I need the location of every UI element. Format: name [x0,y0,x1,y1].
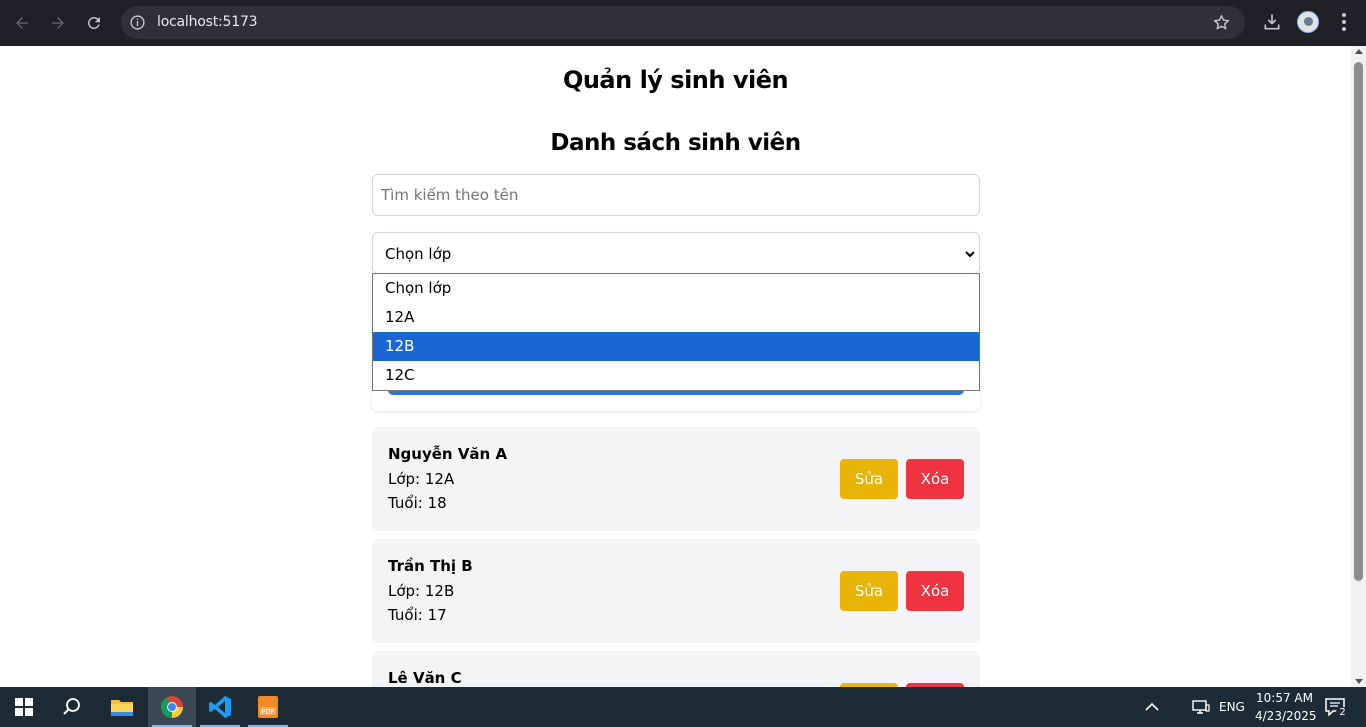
student-age: Tuổi: 17 [388,606,447,624]
site-info-icon[interactable] [129,14,146,31]
student-age: Tuổi: 18 [388,494,447,512]
svg-text:PDF: PDF [261,708,275,716]
class-dropdown-list: Chọn lớp 12A 12B 12C [372,273,980,391]
delete-button[interactable]: Xóa [906,459,964,499]
bookmark-star-icon[interactable] [1212,13,1231,32]
vertical-scrollbar[interactable] [1351,46,1366,687]
vscode-icon[interactable] [196,687,244,727]
app-title: Quản lý sinh viên [562,66,789,94]
student-class: Lớp: 12B [388,582,455,600]
arrow-left-icon [16,17,28,29]
pdf-icon[interactable]: PDF [244,687,292,727]
chevron-down-icon [965,251,975,258]
reload-button[interactable] [80,9,108,37]
notification-count: 2 [1336,707,1349,718]
more-vert-icon[interactable] [1336,12,1352,32]
windows-start-icon[interactable] [0,687,48,727]
url-text: localhost:5173 [157,14,258,30]
student-name: Trần Thị B [388,557,473,575]
back-button[interactable] [8,9,36,37]
edit-button[interactable]: Sửa [840,571,898,611]
scroll-down-arrow-icon[interactable] [1355,679,1363,684]
student-card: Trần Thị B Lớp: 12B Tuổi: 17 Sửa Xóa [372,539,980,643]
network-icon[interactable] [1192,699,1210,715]
arrow-right-icon [52,17,64,29]
student-name: Lê Văn C [388,669,462,687]
search-icon[interactable] [48,687,96,727]
download-icon[interactable] [1262,12,1282,32]
forward-button[interactable] [44,9,72,37]
file-explorer-icon[interactable] [98,687,146,727]
chevron-up-icon[interactable] [1145,701,1159,713]
dropdown-option[interactable]: 12C [373,361,979,390]
class-select[interactable]: Chọn lớp [372,232,980,274]
browser-toolbar: localhost:5173 [0,0,1366,46]
delete-button[interactable]: Xóa [906,571,964,611]
dropdown-option[interactable]: Chọn lớp [373,274,979,303]
page-viewport: Quản lý sinh viên Danh sách sinh viên Ch… [0,46,1351,687]
chrome-icon[interactable] [148,687,196,727]
student-card: Nguyễn Văn A Lớp: 12A Tuổi: 18 Sửa Xóa [372,427,980,531]
clock-date[interactable]: 4/23/2025 [1255,709,1317,723]
dropdown-option[interactable]: 12A [373,303,979,332]
search-input[interactable] [372,174,980,216]
language-indicator[interactable]: ENG [1219,700,1245,714]
student-name: Nguyễn Văn A [388,445,508,463]
list-title: Danh sách sinh viên [550,130,801,156]
dropdown-option-highlighted[interactable]: 12B [373,332,979,361]
edit-button[interactable]: Sửa [840,459,898,499]
scroll-thumb[interactable] [1354,62,1363,581]
class-select-value: Chọn lớp [385,245,452,263]
student-class: Lớp: 12A [388,470,455,488]
scroll-up-arrow-icon[interactable] [1355,49,1363,54]
reload-icon [87,16,100,29]
address-bar[interactable]: localhost:5173 [121,6,1245,39]
windows-taskbar: PDF ENG 10:57 AM 4/23/2025 2 [0,687,1366,727]
clock-time[interactable]: 10:57 AM [1256,691,1313,705]
profile-avatar[interactable] [1297,11,1319,33]
student-card: Lê Văn C [372,651,980,687]
